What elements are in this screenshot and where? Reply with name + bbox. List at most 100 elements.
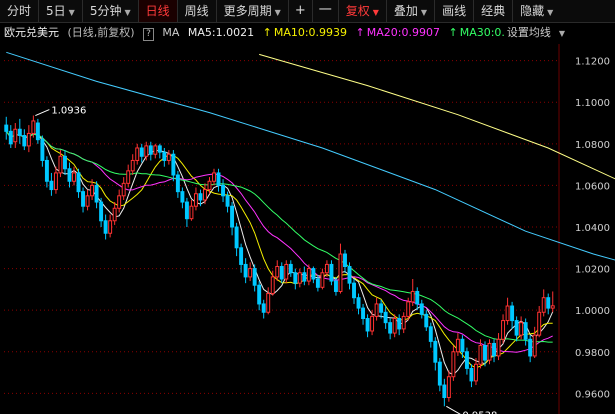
candle-body xyxy=(419,303,424,315)
candle-body xyxy=(63,155,67,170)
ma10-value: MA10:0.9939 xyxy=(273,26,348,39)
candle xyxy=(428,322,433,348)
ma10-line xyxy=(5,131,553,369)
candle xyxy=(510,301,515,329)
candles xyxy=(4,115,555,407)
candle-body xyxy=(288,263,293,274)
tab-intraday[interactable]: 分时 xyxy=(0,0,40,22)
candle-body xyxy=(284,263,289,280)
candle xyxy=(379,299,384,319)
y-tick-label: 1.0400 xyxy=(575,223,610,234)
candle-body xyxy=(514,320,519,336)
overlay-button[interactable]: 叠加 ▼ xyxy=(387,0,436,22)
candle xyxy=(437,358,442,392)
zoom-out-button[interactable]: 一 xyxy=(313,0,339,22)
hide-button[interactable]: 隐藏 ▼ xyxy=(513,0,560,22)
candle xyxy=(492,339,496,363)
tab-more-periods-label: 更多周期 xyxy=(223,4,272,18)
candle xyxy=(153,143,158,159)
candle xyxy=(546,293,551,315)
candle xyxy=(320,268,325,290)
y-tick-label: 1.0200 xyxy=(575,265,610,276)
candle-body xyxy=(379,303,384,313)
candle-body xyxy=(203,189,207,201)
candle xyxy=(193,187,198,211)
y-tick-label: 1.0800 xyxy=(575,140,610,151)
candle-body xyxy=(383,311,388,324)
tab-5min-label: 5分钟 xyxy=(89,4,122,18)
candle-body xyxy=(451,351,456,378)
y-axis-labels: 1.1200 1.1000 1.0800 1.0600 1.0400 1.0200 1.00… xyxy=(575,57,610,401)
candle-body xyxy=(473,363,478,382)
ma-settings-link[interactable]: 设置均线 xyxy=(507,26,551,39)
candle-body xyxy=(492,342,496,357)
candle-body xyxy=(189,205,194,220)
candle xyxy=(189,199,194,221)
candle xyxy=(424,310,429,331)
candle xyxy=(99,197,104,227)
candle xyxy=(361,303,366,325)
candle-body xyxy=(446,376,451,399)
candle xyxy=(44,156,49,188)
adjust-rights-label: 复权 xyxy=(345,4,370,18)
candle-body xyxy=(505,305,510,322)
adjust-rights-button[interactable]: 复权 ▼ xyxy=(339,0,387,22)
candle-body xyxy=(108,220,113,234)
tab-more-periods[interactable]: 更多周期 ▼ xyxy=(217,0,289,22)
candle-body xyxy=(406,301,411,317)
candle-body xyxy=(81,191,86,207)
candle-body xyxy=(216,172,221,186)
candle xyxy=(451,345,456,381)
ma5-value: MA5:1.0021 xyxy=(187,26,255,39)
candle xyxy=(216,168,221,192)
candle xyxy=(343,249,347,273)
candle-body xyxy=(234,226,239,249)
candle xyxy=(473,358,478,386)
candle-body xyxy=(365,318,370,332)
candle xyxy=(338,243,343,294)
candle xyxy=(297,268,302,288)
tab-daily[interactable]: 日线 xyxy=(138,0,178,22)
candle-body xyxy=(528,338,533,357)
candle xyxy=(234,222,239,257)
candle-body xyxy=(58,155,63,174)
candle-body xyxy=(523,322,528,340)
candle xyxy=(139,143,144,163)
candle xyxy=(63,150,67,176)
tab-5min[interactable]: 5分钟 ▼ xyxy=(83,0,139,22)
draw-line-button[interactable]: 画线 xyxy=(435,0,475,22)
candle xyxy=(302,266,307,286)
candle-body xyxy=(67,168,72,182)
tab-5day[interactable]: 5日 ▼ xyxy=(39,0,83,22)
candle-body xyxy=(157,145,162,153)
help-icon[interactable]: ? xyxy=(143,28,154,41)
candle xyxy=(388,318,393,340)
candle-body xyxy=(437,361,442,386)
candle xyxy=(22,129,27,151)
candle xyxy=(311,266,316,284)
symbol-name: 欧元兑美元 xyxy=(4,26,59,39)
tab-weekly[interactable]: 周线 xyxy=(178,0,217,22)
candle xyxy=(26,125,31,153)
ma20-line xyxy=(5,131,553,353)
candle-body xyxy=(519,322,524,336)
candle-body xyxy=(455,338,460,353)
candle xyxy=(374,297,379,321)
candle-body xyxy=(31,120,36,134)
candle xyxy=(523,318,528,346)
candlestick-chart[interactable]: 1.1200 1.1000 1.0800 1.0600 1.0400 1.0200 1.00… xyxy=(0,44,615,414)
candle xyxy=(81,187,86,213)
high-price-label: 1.0936 xyxy=(51,106,86,117)
zoom-in-button[interactable]: + xyxy=(289,0,313,22)
y-tick-label: 1.1000 xyxy=(575,98,610,109)
candle-body xyxy=(13,128,18,143)
candle-body xyxy=(415,290,420,305)
candle-body xyxy=(550,305,555,309)
candle-body xyxy=(275,266,280,278)
candle-body xyxy=(166,153,171,161)
classic-button[interactable]: 经典 xyxy=(474,0,514,22)
candle-body xyxy=(279,266,284,280)
candle xyxy=(284,260,289,284)
candle-body xyxy=(460,338,465,353)
candle-body xyxy=(343,253,347,268)
